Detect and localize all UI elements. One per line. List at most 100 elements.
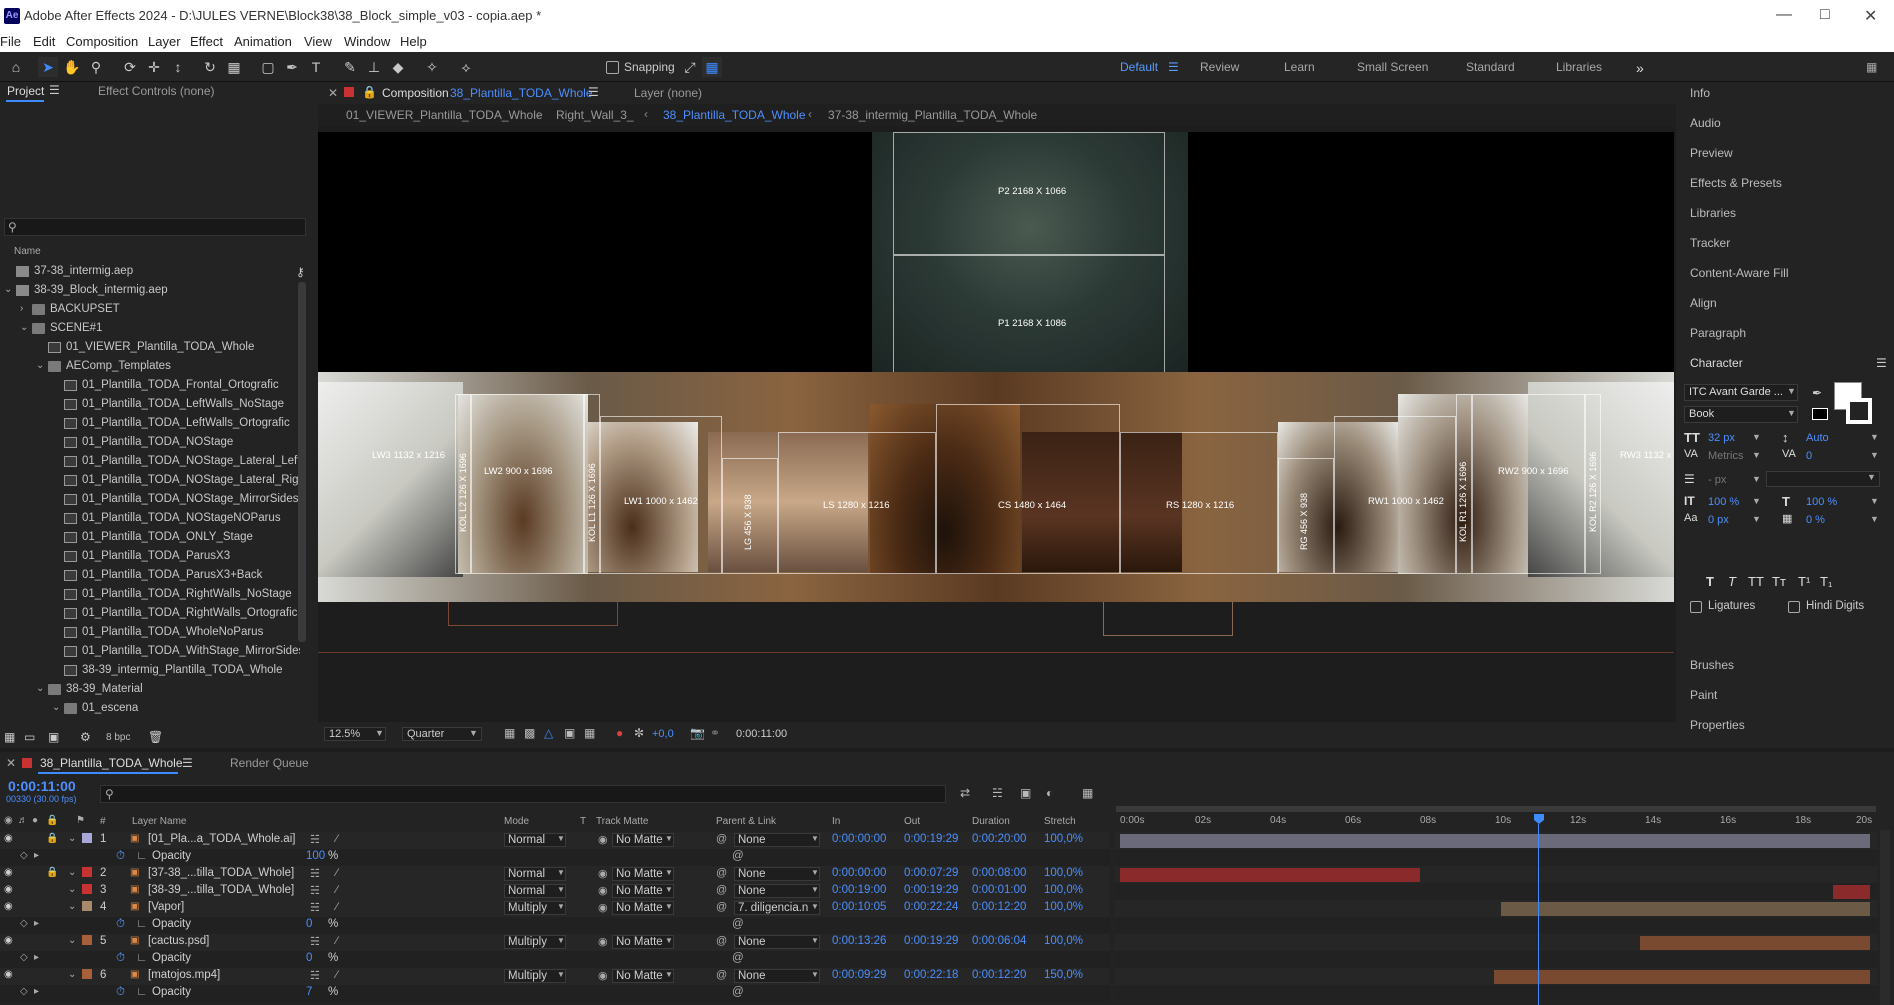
frame-blend-icon[interactable]: ▣ xyxy=(1020,786,1031,800)
panel-tracker[interactable]: Tracker xyxy=(1690,236,1730,250)
workspace-menu-icon[interactable]: ☰ xyxy=(1168,60,1179,74)
keyframe-nav-icon[interactable]: ◇ xyxy=(20,986,28,997)
menu-view[interactable]: View xyxy=(304,34,332,49)
type-tool-icon[interactable]: T xyxy=(306,57,326,77)
workspace-small-screen[interactable]: Small Screen xyxy=(1357,60,1428,74)
project-item[interactable]: 01_Plantilla_TODA_Frontal_Ortografic xyxy=(0,377,300,396)
hindi-digits-checkbox[interactable] xyxy=(1788,601,1800,613)
project-item[interactable]: 01_Plantilla_TODA_ONLY_Stage xyxy=(0,529,300,548)
panel-preview[interactable]: Preview xyxy=(1690,146,1733,160)
layer-duration-bar[interactable] xyxy=(1640,936,1870,950)
kerning-value[interactable]: Metrics xyxy=(1708,450,1743,462)
layer-duration[interactable]: 0:00:08:00 xyxy=(972,867,1026,879)
layer-mode[interactable]: Normal xyxy=(508,834,545,846)
chevron-down-icon[interactable]: ⌄ xyxy=(68,901,76,912)
tab-composition-name[interactable]: 38_Plantilla_TODA_Whole xyxy=(450,86,593,100)
breadcrumb-3[interactable]: 37-38_intermig_Plantilla_TODA_Whole xyxy=(828,108,1037,122)
expression-pickwhip-icon[interactable]: @ xyxy=(732,952,744,964)
column-name-header[interactable]: Name xyxy=(14,246,41,257)
layer-row[interactable]: ◉ 🔒 ⌄ 2 ▣ [37-38_...tilla_TODA_Whole] ☵ ∕ Normal… xyxy=(0,866,1110,883)
puppet-pin-icon[interactable]: ⟡ xyxy=(456,57,476,77)
chevron-down-icon[interactable]: ⌄ xyxy=(68,867,76,878)
project-item[interactable]: 38-39_intermig_Plantilla_TODA_Whole xyxy=(0,662,300,681)
shy-switch-icon[interactable]: ☵ xyxy=(310,969,320,982)
project-item[interactable]: 01_Plantilla_TODA_NOStageNOParus xyxy=(0,510,300,529)
panel-paragraph[interactable]: Paragraph xyxy=(1690,326,1746,340)
tsume-value[interactable]: 0 % xyxy=(1806,514,1825,526)
workspace-default[interactable]: Default xyxy=(1120,60,1158,74)
project-item[interactable]: ⌄ SCENE#1 xyxy=(0,320,300,339)
col-in[interactable]: In xyxy=(832,816,840,827)
zoom-select[interactable]: 12.5% ▼ xyxy=(324,727,386,741)
chevron-right-icon[interactable]: ▸ xyxy=(34,850,39,861)
transparency-grid-icon[interactable]: ▩ xyxy=(524,726,535,740)
workspace-standard[interactable]: Standard xyxy=(1466,60,1515,74)
parent-link[interactable]: None xyxy=(738,868,766,880)
layer-name[interactable]: [cactus.psd] xyxy=(148,935,209,947)
project-item[interactable]: 01_Plantilla_TODA_ParusX3 xyxy=(0,548,300,567)
menu-effect[interactable]: Effect xyxy=(190,34,223,49)
anchor-tool-icon[interactable]: ▦ xyxy=(224,57,244,77)
project-item[interactable]: 01_VIEWER_Plantilla_TODA_Whole xyxy=(0,339,300,358)
font-family-select[interactable]: ITC Avant Garde ... ▼ xyxy=(1684,384,1798,401)
graph-icon[interactable]: ∟ xyxy=(136,986,147,998)
layer-name[interactable]: [Vapor] xyxy=(148,901,184,913)
shy-switch-icon[interactable]: ☵ xyxy=(310,833,320,846)
shy-icon[interactable]: ☵ xyxy=(992,786,1003,800)
quality-switch-icon[interactable]: ∕ xyxy=(336,833,338,845)
hand-tool-icon[interactable]: ✋ xyxy=(62,57,82,77)
shy-switch-icon[interactable]: ☵ xyxy=(310,901,320,914)
new-folder-icon[interactable]: ▭ xyxy=(24,730,35,744)
workspace-libraries[interactable]: Libraries xyxy=(1556,60,1602,74)
expression-pickwhip-icon[interactable]: @ xyxy=(732,918,744,930)
project-item[interactable]: 01_Plantilla_TODA_LeftWalls_Ortografic xyxy=(0,415,300,434)
delete-icon[interactable]: 🗑 xyxy=(148,730,163,744)
chevron-down-icon[interactable]: ⌄ xyxy=(68,935,76,946)
selection-tool-icon[interactable]: ➤ xyxy=(38,57,58,77)
eye-icon[interactable]: ◉ xyxy=(4,901,13,912)
minimize-icon[interactable]: — xyxy=(1776,6,1792,24)
expression-pickwhip-icon[interactable]: @ xyxy=(732,986,744,998)
matte-link-icon[interactable]: ◉ xyxy=(598,884,608,897)
rotate-tool-icon[interactable]: ↻ xyxy=(200,57,220,77)
layer-mode[interactable]: Multiply xyxy=(508,936,547,948)
stopwatch-icon[interactable]: ⏱ xyxy=(116,952,125,965)
video-toggle-icon[interactable]: ◉ xyxy=(4,815,13,826)
graph-icon[interactable]: ∟ xyxy=(136,918,147,930)
eye-icon[interactable]: ◉ xyxy=(4,969,13,980)
parent-link[interactable]: None xyxy=(738,885,766,897)
breadcrumb-2[interactable]: 38_Plantilla_TODA_Whole xyxy=(663,108,806,122)
project-item[interactable]: 01_Plantilla_TODA_WholeNoParus xyxy=(0,624,300,643)
col-parent[interactable]: Parent & Link xyxy=(716,816,776,827)
close-tab-icon[interactable]: ✕ xyxy=(6,756,16,770)
quality-switch-icon[interactable]: ∕ xyxy=(336,867,338,879)
close-icon[interactable]: ✕ xyxy=(1864,6,1877,26)
layer-out[interactable]: 0:00:19:29 xyxy=(904,884,958,896)
matte-link-icon[interactable]: ◉ xyxy=(598,867,608,880)
layer-label-color[interactable] xyxy=(82,901,92,911)
parent-link[interactable]: None xyxy=(738,936,766,948)
timeline-menu-icon[interactable]: ☰ xyxy=(182,756,193,770)
quality-switch-icon[interactable]: ∕ xyxy=(336,935,338,947)
graph-icon[interactable]: ∟ xyxy=(136,850,147,862)
menu-edit[interactable]: Edit xyxy=(33,34,55,49)
project-item[interactable]: 01_Plantilla_TODA_RightWalls_NoStage xyxy=(0,586,300,605)
pan-tool-icon[interactable]: ✛ xyxy=(144,57,164,77)
project-item[interactable]: 01_Plantilla_TODA_NOStage_Lateral_Right xyxy=(0,472,300,491)
orbit-tool-icon[interactable]: ⟳ xyxy=(120,57,140,77)
more-workspaces-icon[interactable]: » xyxy=(1636,60,1644,76)
layer-in[interactable]: 0:00:19:00 xyxy=(832,884,886,896)
track-matte[interactable]: No Matte xyxy=(616,902,663,914)
layer-out[interactable]: 0:00:22:18 xyxy=(904,969,958,981)
font-style-select[interactable]: Book ▼ xyxy=(1684,406,1798,423)
current-time[interactable]: 0:00:11:00 xyxy=(8,778,76,794)
solo-toggle-icon[interactable]: ● xyxy=(32,815,38,826)
layer-name[interactable]: [matojos.mp4] xyxy=(148,969,220,981)
project-item[interactable]: 01_Plantilla_TODA_NOStage xyxy=(0,434,300,453)
chevron-down-icon[interactable]: ⌄ xyxy=(68,833,76,844)
chevron-down-icon[interactable]: ⌄ xyxy=(36,360,44,371)
panel-info[interactable]: Info xyxy=(1690,86,1710,100)
eye-icon[interactable]: ◉ xyxy=(4,867,13,878)
snapshot-icon[interactable]: 📷 xyxy=(690,726,705,740)
panel-paint[interactable]: Paint xyxy=(1690,688,1717,702)
